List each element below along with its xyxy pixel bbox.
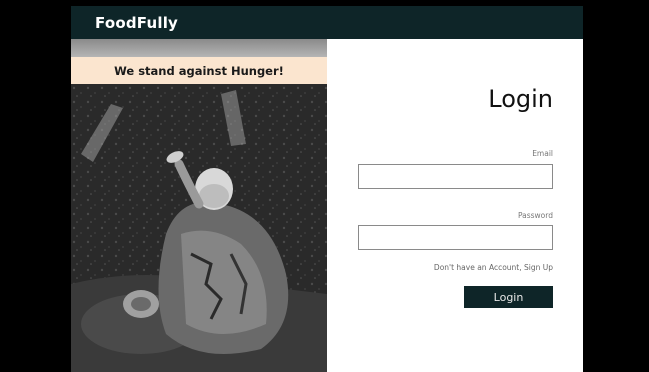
email-field[interactable] bbox=[358, 164, 553, 189]
login-button[interactable]: Login bbox=[464, 286, 553, 308]
hero-banner: We stand against Hunger! bbox=[71, 57, 327, 84]
hero-photo bbox=[71, 84, 327, 372]
email-label: Email bbox=[532, 149, 553, 158]
app-frame: FoodFully We stand against Hunger! Login… bbox=[71, 6, 583, 372]
hero-panel: We stand against Hunger! bbox=[71, 39, 327, 372]
login-panel: Login Email Password Don't have an Accou… bbox=[327, 39, 583, 372]
hero-photo-top bbox=[71, 39, 327, 57]
login-title: Login bbox=[488, 85, 553, 113]
navbar: FoodFully bbox=[71, 6, 583, 39]
hero-banner-text: We stand against Hunger! bbox=[114, 63, 284, 78]
password-field[interactable] bbox=[358, 225, 553, 250]
password-label: Password bbox=[517, 211, 553, 220]
signup-link[interactable]: Don't have an Account, Sign Up bbox=[434, 263, 553, 272]
brand-logo[interactable]: FoodFully bbox=[95, 14, 178, 32]
